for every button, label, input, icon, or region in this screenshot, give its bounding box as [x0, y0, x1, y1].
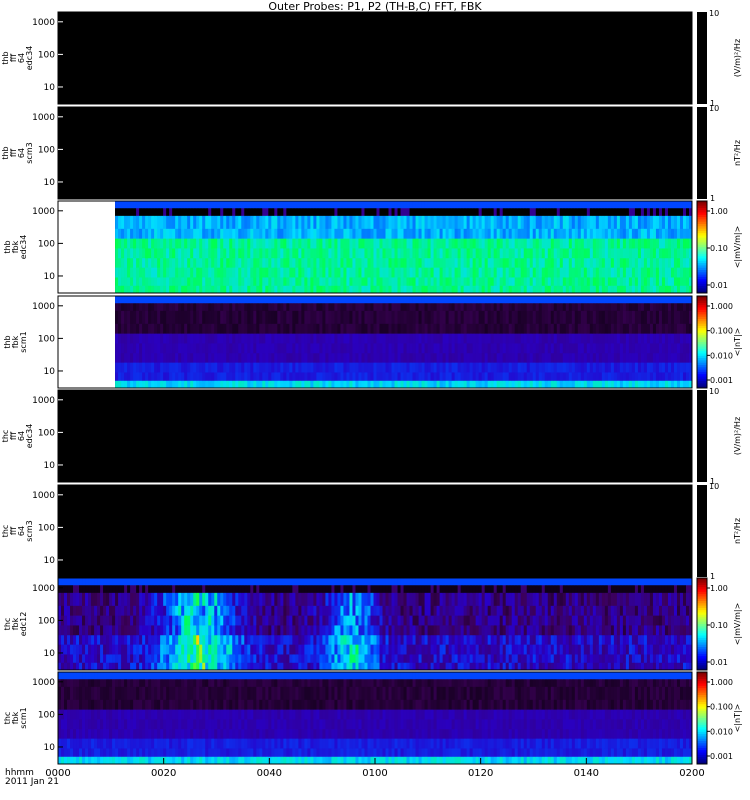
colorbar-tick-label: 0.010	[710, 351, 733, 360]
y-tick-label: 1000	[32, 18, 55, 28]
y-axis-label: scm3	[25, 142, 34, 163]
y-tick-label: 100	[38, 428, 55, 438]
colorbar: 101(V/m)²/Hz	[697, 387, 742, 486]
y-axis-label: edc34	[19, 235, 28, 260]
colorbar-label: <|mV/m|>	[733, 226, 742, 269]
y-axis-label: scm1	[19, 707, 28, 728]
x-tick-label: 0120	[468, 768, 493, 779]
x-tick-label: 0040	[257, 768, 282, 779]
panel-4-thb: 100010010thb fbk scm11.0000.1000.0100.001<…	[3, 295, 742, 389]
date-label: 2011 Jan 21	[5, 777, 59, 787]
y-tick-label: 10	[44, 649, 56, 659]
panel-6-thc: 100010010thc fff 64 scm3101nT²/Hz	[1, 482, 742, 581]
y-tick-label: 100	[38, 710, 55, 720]
y-tick-label: 1000	[32, 678, 55, 688]
colorbar-tick-label: 0.001	[710, 376, 733, 385]
panel-5-thc: 100010010thc fff 64 edc34101(V/m)²/Hz	[1, 387, 742, 486]
panel-2-thb: 100010010thb fff 64 scm3101nT²/Hz	[1, 104, 742, 203]
y-tick-label: 10	[44, 367, 56, 377]
colorbar-label: (V/m)²/Hz	[733, 417, 742, 455]
colorbar: 101(V/m)²/Hz	[697, 9, 742, 108]
colorbar-scale	[697, 12, 707, 104]
colorbar-tick-label: 1.000	[710, 302, 733, 311]
y-tick-label: 100	[38, 239, 55, 249]
y-tick-label: 1000	[32, 302, 55, 312]
y-tick-label: 100	[38, 145, 55, 155]
colorbar-tick-label: 0.010	[710, 727, 733, 736]
y-tick-label: 1000	[32, 491, 55, 501]
y-tick-label: 100	[38, 334, 55, 344]
colorbar: 10 1 nT²/Hz	[697, 482, 742, 581]
figure-title: Outer Probes: P1, P2 (TH-B,C) FFT, FBK	[268, 0, 482, 13]
colorbar-tick-label: 0.001	[710, 752, 733, 761]
y-tick-label: 10	[44, 461, 56, 471]
colorbar: 1.000 0.100 0.010 0.001 <|nT|>	[696, 295, 742, 389]
y-axis-label: scm3	[25, 520, 34, 541]
colorbar: 1.00 0.10 0.01 <|mV/m|>	[696, 200, 742, 294]
y-tick-label: 10	[44, 178, 56, 188]
y-axis-label: edc12	[19, 612, 28, 637]
colorbar-label: <|nT|>	[733, 328, 742, 357]
colorbar-label: nT²/Hz	[733, 518, 742, 544]
colorbar-tick-label: 0.01	[710, 281, 728, 290]
spectrogram-area	[58, 107, 692, 199]
y-axis-label: scm1	[19, 331, 28, 352]
x-tick-label: 0020	[151, 768, 176, 779]
y-tick-label: 10	[44, 83, 56, 93]
x-tick-label: 0100	[362, 768, 387, 779]
colorbar-top-label: 10	[709, 104, 719, 113]
colorbar-top-label: 10	[709, 9, 719, 18]
colorbar-label: <|mV/m|>	[733, 603, 742, 646]
panel-3-thb: 100010010thb fbk edc341.000.100.01<|mV/m|>	[3, 200, 742, 294]
colorbar-bottom-label: 1	[710, 572, 715, 581]
y-tick-label: 1000	[32, 207, 55, 217]
panel-8-thc: 100010010thc fbk scm11.0000.1000.0100.001<…	[3, 671, 742, 765]
panels: 100010010thb fff 64 edc34101(V/m)²/Hz100010…	[1, 9, 742, 765]
y-tick-label: 10	[44, 556, 56, 566]
y-tick-label: 10	[44, 272, 56, 282]
colorbar: 1.000 0.100 0.010 0.001 <|nT|>	[696, 671, 742, 765]
y-axis-label: edc34	[25, 46, 34, 71]
spectrogram-figure: Outer Probes: P1, P2 (TH-B,C) FFT, FBK 1…	[1, 0, 742, 787]
colorbar: 10 1 nT²/Hz	[697, 104, 742, 203]
colorbar-scale	[697, 485, 707, 577]
colorbar-top-label: 10	[709, 482, 719, 491]
colorbar-tick-label: 0.100	[710, 327, 733, 336]
x-tick-label: 0200	[679, 768, 704, 779]
colorbar-tick-label: 0.10	[710, 621, 728, 630]
colorbar-top-label: 10	[709, 387, 719, 396]
colorbar-tick-label: 0.01	[710, 658, 728, 667]
y-axis-label: edc34	[25, 424, 34, 449]
colorbar-scale	[697, 107, 707, 199]
panel-7-thc: 100010010thc fbk edc121.000.100.01<|mV/m|>	[3, 577, 742, 671]
y-tick-label: 10	[44, 743, 56, 753]
colorbar-tick-label: 0.10	[710, 244, 728, 253]
y-tick-label: 100	[38, 523, 55, 533]
colorbar-tick-label: 1.000	[710, 678, 733, 687]
colorbar: 1.00 0.10 0.01 <|mV/m|>	[696, 577, 742, 671]
y-tick-label: 1000	[32, 396, 55, 406]
y-tick-label: 1000	[32, 584, 55, 594]
colorbar-label: (V/m)²/Hz	[733, 39, 742, 77]
colorbar-label: nT²/Hz	[733, 140, 742, 166]
colorbar-bottom-label: 1	[710, 194, 715, 203]
y-tick-label: 100	[38, 616, 55, 626]
colorbar-tick-label: 0.100	[710, 703, 733, 712]
spectrogram-area	[58, 12, 692, 104]
spectrogram-area	[58, 390, 692, 482]
y-tick-label: 1000	[32, 113, 55, 123]
colorbar-tick-label: 1.00	[710, 584, 728, 593]
colorbar-label: <|nT|>	[733, 704, 742, 733]
colorbar-scale	[697, 390, 707, 482]
spectrogram-area	[58, 485, 692, 577]
panel-1-thb: 100010010thb fff 64 edc34101(V/m)²/Hz	[1, 9, 742, 108]
y-tick-label: 100	[38, 50, 55, 60]
x-tick-label: 0140	[574, 768, 599, 779]
colorbar-tick-label: 1.00	[710, 207, 728, 216]
